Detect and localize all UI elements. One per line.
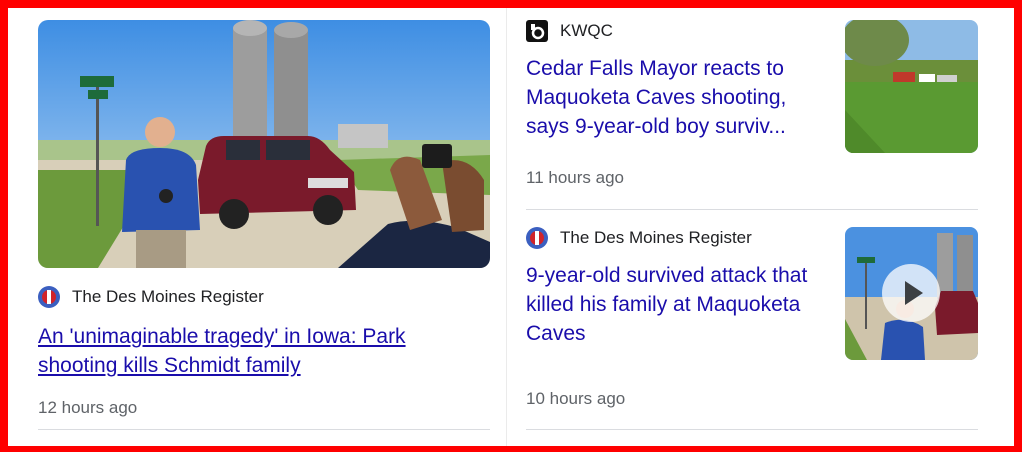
source-name: The Des Moines Register xyxy=(560,228,752,247)
column-divider xyxy=(506,8,507,446)
story-timestamp: 11 hours ago xyxy=(526,168,624,187)
story-timestamp: 12 hours ago xyxy=(38,398,138,417)
source-name: The Des Moines Register xyxy=(72,287,264,306)
story-thumbnail[interactable] xyxy=(845,20,978,153)
top-story-card[interactable]: The Des Moines Register An 'unimaginable… xyxy=(38,20,490,418)
story-card[interactable]: The Des Moines Register 9-year-old survi… xyxy=(526,227,978,417)
news-carousel: The Des Moines Register An 'unimaginable… xyxy=(8,8,1014,446)
story-source[interactable]: The Des Moines Register xyxy=(38,286,490,308)
des-moines-register-logo-icon xyxy=(38,286,60,308)
story-headline-link[interactable]: 9-year-old survived attack that killed h… xyxy=(526,261,826,348)
story-card[interactable]: KWQC Cedar Falls Mayor reacts to Maquoke… xyxy=(526,20,978,187)
divider xyxy=(526,209,978,210)
story-timestamp: 10 hours ago xyxy=(526,389,626,408)
story-headline-link[interactable]: Cedar Falls Mayor reacts to Maquoketa Ca… xyxy=(526,54,826,141)
kwqc-logo-icon xyxy=(526,20,548,42)
story-headline-link[interactable]: An 'unimaginable tragedy' in Iowa: Park … xyxy=(38,322,458,380)
divider xyxy=(526,429,978,430)
video-thumbnail[interactable] xyxy=(845,227,978,360)
des-moines-register-logo-icon xyxy=(526,227,548,249)
story-image[interactable] xyxy=(38,20,490,268)
source-name: KWQC xyxy=(560,21,613,40)
divider xyxy=(38,429,490,430)
play-icon[interactable] xyxy=(882,264,940,322)
